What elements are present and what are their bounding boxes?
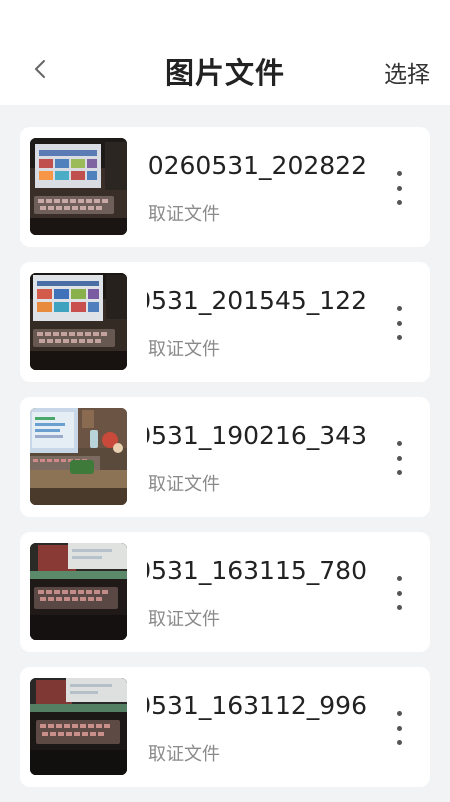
file-card[interactable]: 20260531_163115_780 取证文件 [20,532,430,652]
top-app-bar: 图片文件 选择 [0,0,450,105]
file-card[interactable]: 20260531_202822 取证文件 [20,127,430,247]
file-name: 20260531_163115_780 [147,556,367,585]
file-name: 20260531_201545_122 [147,286,367,315]
more-vertical-icon[interactable] [390,171,408,205]
file-card[interactable]: 20260531_201545_122 取证文件 [20,262,430,382]
file-name: 20260531_190216_343 [147,421,367,450]
file-thumbnail[interactable] [30,408,127,505]
file-thumbnail[interactable] [30,543,127,640]
chevron-left-icon [35,60,45,78]
more-vertical-icon[interactable] [390,441,408,475]
file-card[interactable]: 20260531_190216_343 取证文件 [20,397,430,517]
more-vertical-icon[interactable] [390,306,408,340]
file-thumbnail[interactable] [30,678,127,775]
file-subtitle: 取证文件 [148,204,220,225]
back-button[interactable] [28,55,52,83]
file-subtitle: 取证文件 [148,609,220,630]
file-thumbnail[interactable] [30,138,127,235]
file-name: 20260531_163112_996 [147,691,367,720]
select-button[interactable]: 选择 [384,55,430,89]
file-list: 20260531_202822 取证文件 20260531_201545_122… [20,127,430,802]
file-subtitle: 取证文件 [148,339,220,360]
file-thumbnail[interactable] [30,273,127,370]
file-card[interactable]: 20260531_163112_996 取证文件 [20,667,430,787]
more-vertical-icon[interactable] [390,576,408,610]
file-name: 20260531_202822 [147,151,367,180]
file-subtitle: 取证文件 [148,744,220,765]
more-vertical-icon[interactable] [390,711,408,745]
file-subtitle: 取证文件 [148,474,220,495]
page-title: 图片文件 [164,56,285,90]
